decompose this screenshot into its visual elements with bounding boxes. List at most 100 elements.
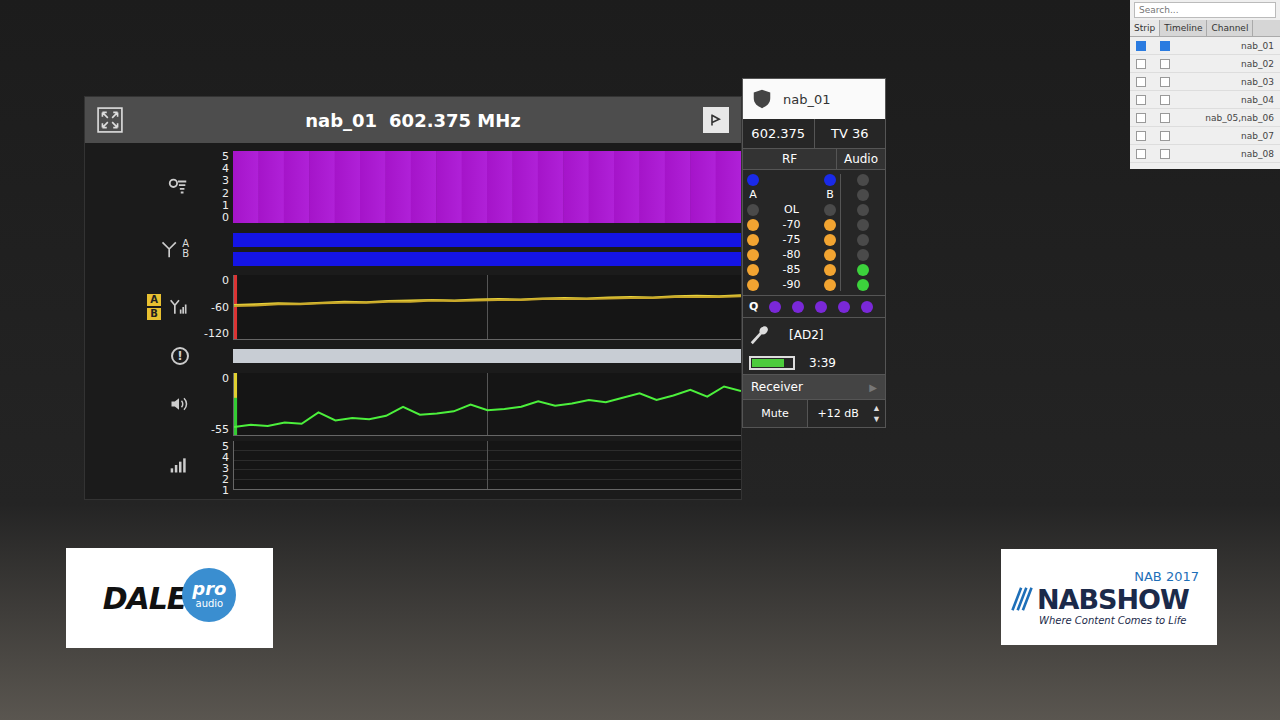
search-field[interactable] xyxy=(1134,2,1276,18)
rf-line xyxy=(234,296,741,306)
strip-checkbox[interactable] xyxy=(1136,149,1146,159)
list-row-name: nab_03 xyxy=(1241,77,1274,87)
nab-show-logo: NAB 2017 NABSHOW Where Content Comes to … xyxy=(1001,549,1217,645)
legend-item[interactable]: B xyxy=(147,308,161,320)
audio-meter xyxy=(840,174,881,291)
list-row-name: nab_04 xyxy=(1241,95,1274,105)
axis-tick: 3 xyxy=(222,463,229,474)
strip-checkbox[interactable] xyxy=(1136,113,1146,123)
list-row[interactable]: nab_05,nab_06 xyxy=(1130,109,1280,127)
transmitter-model: [AD2] xyxy=(789,328,823,342)
axis-tick: 2 xyxy=(222,474,229,485)
rf-led xyxy=(747,264,759,276)
antenna-icon xyxy=(160,239,180,259)
list-tab[interactable]: Timeline xyxy=(1160,20,1207,36)
antenna-b-label: B xyxy=(826,189,834,201)
quality-icon xyxy=(167,176,189,198)
list-row[interactable]: nab_04 xyxy=(1130,91,1280,109)
axis-tick: -60 xyxy=(211,302,229,313)
battery-time: 3:39 xyxy=(809,356,836,370)
quality-bar xyxy=(385,151,411,223)
list-tab[interactable]: Strip xyxy=(1130,20,1160,36)
timeline-checkbox[interactable] xyxy=(1160,95,1170,105)
strip-checkbox[interactable] xyxy=(1136,77,1146,87)
expand-icon[interactable] xyxy=(97,107,123,133)
channel-frequency: 602.375 MHz xyxy=(389,110,521,131)
battery-fill xyxy=(752,359,784,367)
dale-logo-badge: pro audio xyxy=(182,568,236,622)
timeline-checkbox[interactable] xyxy=(1160,113,1170,123)
dale-logo-word: DALE xyxy=(103,581,187,616)
battery-icon xyxy=(749,356,795,370)
receiver-button[interactable]: Receiver ▶ xyxy=(743,374,885,399)
timeline-checkbox[interactable] xyxy=(1160,59,1170,69)
quality-bar xyxy=(360,151,386,223)
rf-led xyxy=(824,204,836,216)
nab-tagline: Where Content Comes to Life xyxy=(1039,615,1209,626)
strip-checkbox[interactable] xyxy=(1136,131,1146,141)
list-row[interactable]: nab_02 xyxy=(1130,55,1280,73)
strip-checkbox[interactable] xyxy=(1136,41,1146,51)
timeline-checkbox[interactable] xyxy=(1160,131,1170,141)
audio-led xyxy=(857,174,869,186)
transmitter-row: [AD2] xyxy=(743,317,885,352)
quality-label: Q xyxy=(749,300,758,313)
antenna-label: A xyxy=(182,239,189,249)
microphone-icon xyxy=(749,324,771,346)
gain-down-button[interactable]: ▼ xyxy=(868,414,885,425)
axis-tick: 5 xyxy=(222,151,229,162)
audio-led xyxy=(857,264,869,276)
nab-stripes-icon xyxy=(1009,586,1035,612)
rf-label: RF xyxy=(743,149,837,169)
axis-tick: 4 xyxy=(222,452,229,463)
marker-icon xyxy=(708,112,724,128)
rf-led xyxy=(747,279,759,291)
audio-led xyxy=(857,279,869,291)
quality-dot xyxy=(769,301,781,313)
quality-bar xyxy=(233,151,259,223)
list-row-name: nab_02 xyxy=(1241,59,1274,69)
strip-header: nab_01 xyxy=(743,79,885,119)
quality-chart xyxy=(233,151,741,223)
list-row[interactable]: nab_08 xyxy=(1130,145,1280,163)
quality-axis: 543210 xyxy=(199,151,233,223)
list-row[interactable]: nab_03 xyxy=(1130,73,1280,91)
rf-led xyxy=(747,219,759,231)
rf-legend: AB xyxy=(147,294,161,320)
quality-bar xyxy=(335,151,361,223)
antenna-chart xyxy=(233,229,741,269)
gain-up-button[interactable]: ▲ xyxy=(868,403,885,414)
mute-button[interactable]: Mute xyxy=(743,400,808,427)
marker-button[interactable] xyxy=(703,107,729,133)
list-row-name: nab_07 xyxy=(1241,131,1274,141)
quality-dot xyxy=(838,301,850,313)
timeline-checkbox[interactable] xyxy=(1160,77,1170,87)
list-row[interactable]: nab_07 xyxy=(1130,127,1280,145)
receiver-arrow-icon: ▶ xyxy=(869,382,877,393)
audio-led xyxy=(857,249,869,261)
antenna-a-led xyxy=(747,174,759,186)
strip-checkbox[interactable] xyxy=(1136,95,1146,105)
legend-item[interactable]: A xyxy=(147,294,161,306)
alert-row: ! xyxy=(85,345,741,367)
screen: nab_01 602.375 MHz 543210 AB AB 0-60-120… xyxy=(0,0,1280,720)
rf-meter: A OL-70-75-80-85-90 B xyxy=(747,174,836,291)
antenna-b-led xyxy=(824,174,836,186)
dale-pro-audio-logo: DALE pro audio xyxy=(66,548,273,648)
quality-dot xyxy=(815,301,827,313)
quality-bar xyxy=(665,151,691,223)
timeline-checkbox[interactable] xyxy=(1160,149,1170,159)
list-tab[interactable]: Channel xyxy=(1207,20,1253,36)
list-row-name: nab_05,nab_06 xyxy=(1205,113,1274,123)
axis-tick: 1 xyxy=(222,485,229,496)
timeline-checkbox[interactable] xyxy=(1160,41,1170,51)
workspace: nab_01 602.375 MHz 543210 AB AB 0-60-120… xyxy=(0,0,1280,500)
strip-checkbox[interactable] xyxy=(1136,59,1146,69)
shield-icon xyxy=(751,88,773,110)
axis-tick: -55 xyxy=(211,424,229,435)
list-row[interactable]: nab_01 xyxy=(1130,37,1280,55)
channel-list: StripTimelineChannel nab_01 nab_02 nab_0… xyxy=(1130,0,1280,169)
gain-value: +12 dB xyxy=(808,407,868,420)
audio-line xyxy=(234,387,741,428)
antenna-track xyxy=(233,233,741,247)
